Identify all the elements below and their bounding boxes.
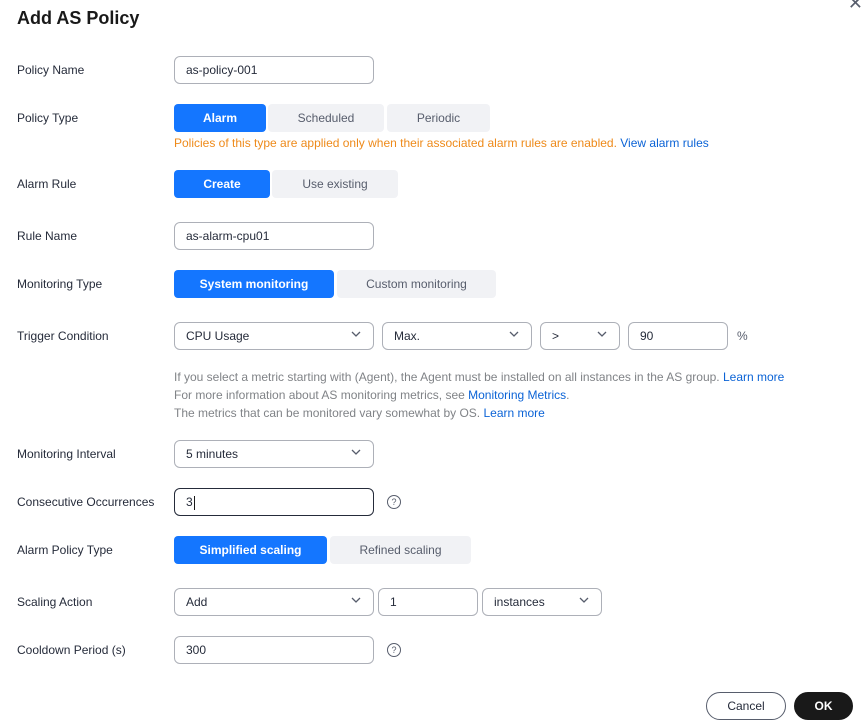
alarm-policy-type-label: Alarm Policy Type: [17, 543, 113, 557]
scaling-action-select[interactable]: Add: [174, 588, 374, 616]
chevron-down-icon: [351, 331, 361, 337]
chevron-down-icon: [579, 597, 589, 603]
note-line-2: For more information about AS monitoring…: [174, 386, 784, 404]
ok-button[interactable]: OK: [794, 692, 853, 720]
cooldown-input[interactable]: 300: [174, 636, 374, 664]
dialog-title: Add AS Policy: [17, 8, 140, 28]
alarm-rule-use-existing[interactable]: Use existing: [272, 170, 398, 198]
chevron-down-icon: [351, 449, 361, 455]
monitoring-type-custom[interactable]: Custom monitoring: [337, 270, 496, 298]
alarm-rule-label: Alarm Rule: [17, 177, 77, 191]
monitoring-type-system[interactable]: System monitoring: [174, 270, 334, 298]
help-icon[interactable]: ?: [387, 643, 401, 657]
trigger-condition-label: Trigger Condition: [17, 329, 109, 343]
view-alarm-rules-link[interactable]: View alarm rules: [620, 136, 708, 150]
alarm-policy-refined[interactable]: Refined scaling: [330, 536, 471, 564]
scaling-unit-select[interactable]: instances: [482, 588, 602, 616]
metric-select-value: CPU Usage: [186, 329, 250, 343]
help-icon[interactable]: ?: [387, 495, 401, 509]
cancel-button[interactable]: Cancel: [706, 692, 786, 720]
threshold-unit: %: [737, 329, 748, 343]
monitoring-interval-value: 5 minutes: [186, 447, 239, 461]
aggregation-select[interactable]: Max.: [382, 322, 532, 350]
threshold-input[interactable]: 90: [628, 322, 728, 350]
monitoring-type-label: Monitoring Type: [17, 277, 103, 291]
monitoring-interval-label: Monitoring Interval: [17, 447, 116, 461]
chevron-down-icon: [509, 331, 519, 337]
text-cursor: [193, 495, 195, 510]
metric-select[interactable]: CPU Usage: [174, 322, 374, 350]
note-line-2-end: .: [566, 388, 570, 402]
learn-more-link[interactable]: Learn more: [723, 370, 784, 384]
scaling-action-value: Add: [186, 595, 208, 609]
note-line-2-text: For more information about AS monitoring…: [174, 388, 465, 402]
chevron-down-icon: [351, 597, 361, 603]
policy-name-label: Policy Name: [17, 63, 85, 77]
operator-select[interactable]: >: [540, 322, 620, 350]
policy-type-periodic[interactable]: Periodic: [387, 104, 490, 132]
policy-type-label: Policy Type: [17, 111, 79, 125]
note-line-1-text: If you select a metric starting with (Ag…: [174, 370, 720, 384]
policy-type-hint: Policies of this type are applied only w…: [174, 136, 709, 150]
aggregation-select-value: Max.: [394, 329, 421, 343]
cooldown-label: Cooldown Period (s): [17, 643, 126, 657]
alarm-policy-simplified[interactable]: Simplified scaling: [174, 536, 327, 564]
rule-name-label: Rule Name: [17, 229, 78, 243]
note-line-1: If you select a metric starting with (Ag…: [174, 368, 784, 386]
consecutive-occurrences-input[interactable]: 3: [174, 488, 374, 516]
monitoring-metrics-link[interactable]: Monitoring Metrics: [468, 388, 566, 402]
scaling-unit-value: instances: [494, 595, 545, 609]
chevron-down-icon: [597, 331, 607, 337]
policy-type-hint-text: Policies of this type are applied only w…: [174, 136, 617, 150]
consecutive-occurrences-label: Consecutive Occurrences: [17, 495, 155, 509]
consecutive-occurrences-value: 3: [186, 495, 193, 509]
close-icon[interactable]: ✕: [848, 0, 861, 12]
monitoring-interval-select[interactable]: 5 minutes: [174, 440, 374, 468]
trigger-notes: If you select a metric starting with (Ag…: [174, 368, 784, 422]
learn-more-os-link[interactable]: Learn more: [483, 406, 544, 420]
alarm-rule-create[interactable]: Create: [174, 170, 270, 198]
rule-name-input[interactable]: as-alarm-cpu01: [174, 222, 374, 250]
operator-select-value: >: [552, 329, 560, 343]
policy-type-scheduled[interactable]: Scheduled: [268, 104, 384, 132]
policy-type-alarm[interactable]: Alarm: [174, 104, 266, 132]
scaling-count-input[interactable]: 1: [378, 588, 478, 616]
note-line-3-text: The metrics that can be monitored vary s…: [174, 406, 481, 420]
note-line-3: The metrics that can be monitored vary s…: [174, 404, 784, 422]
policy-name-input[interactable]: as-policy-001: [174, 56, 374, 84]
scaling-action-label: Scaling Action: [17, 595, 93, 609]
